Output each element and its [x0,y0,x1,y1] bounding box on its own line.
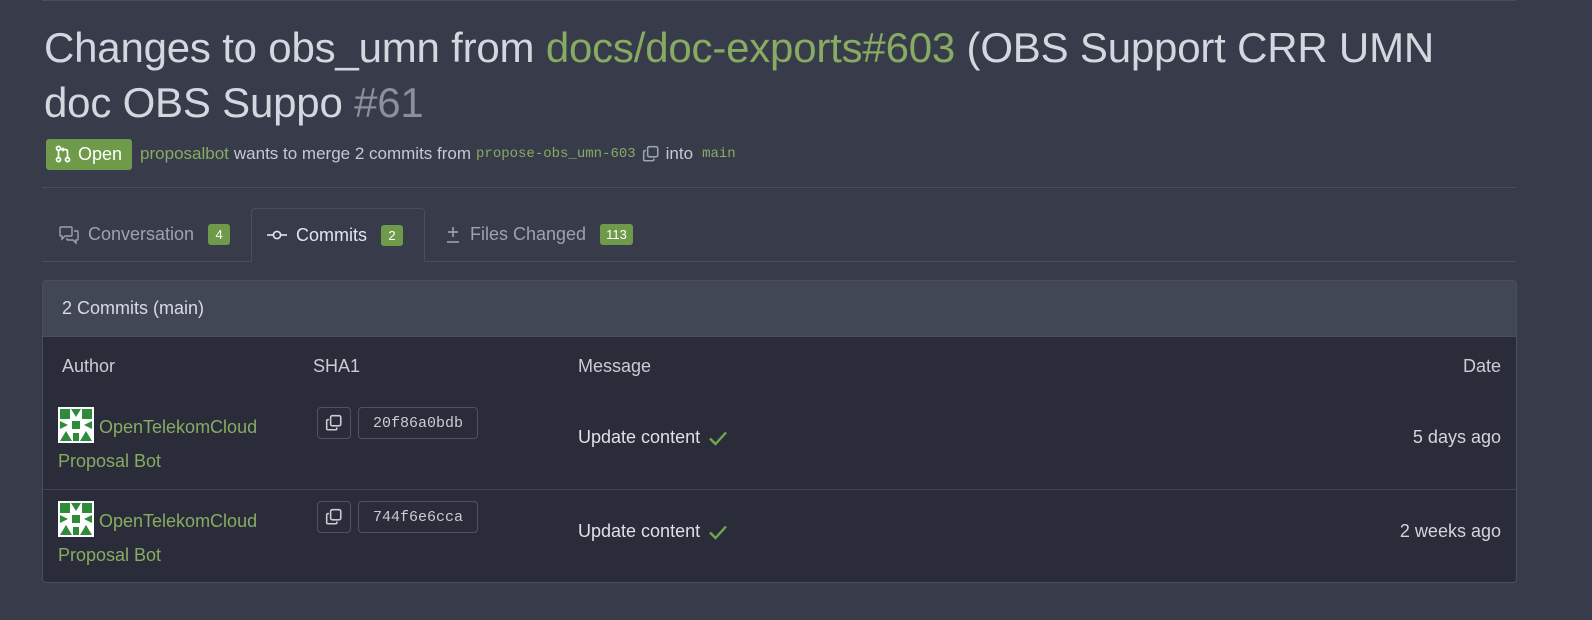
pr-tabs: Conversation 4 Commits 2 Files Changed 1… [42,208,1516,262]
comment-icon [59,225,79,245]
commit-message-link[interactable]: Update content [578,427,700,448]
commit-message: Update content [578,427,728,448]
commit-icon [267,230,287,240]
table-row: OpenTelekomCloud Proposal Bot 744f6e6cca… [43,489,1516,582]
commit-date: 5 days ago [1412,427,1501,447]
column-sha: SHA1 [313,356,361,376]
pull-request-icon [55,145,71,163]
check-icon [709,525,727,540]
merge-description: wants to merge 2 commits from [233,144,472,163]
tab-files-changed-count: 113 [600,224,633,245]
diff-icon [447,226,459,243]
commit-message: Update content [578,521,728,542]
tab-conversation-count: 4 [208,224,231,245]
header-divider [42,187,1516,188]
copy-icon [325,414,342,431]
commit-message-link[interactable]: Update content [578,521,700,542]
column-author: Author [62,356,116,376]
top-divider [42,0,1516,1]
column-message: Message [578,356,652,376]
check-icon [709,431,727,446]
table-row: OpenTelekomCloud Proposal Bot 20f86a0bdb… [43,396,1516,488]
copy-sha-button[interactable] [317,407,351,439]
copy-branch-icon[interactable] [642,145,660,163]
commit-author-link[interactable]: OpenTelekomCloud Proposal Bot [58,504,288,572]
status-badge-label: Open [78,143,123,164]
column-date: Date [1462,356,1501,376]
head-branch-link[interactable]: propose-obs_umn-603 [476,146,636,162]
pr-status-line: Open proposalbot wants to merge 2 commit… [46,138,742,170]
title-prefix: Changes to obs_umn from [44,24,546,71]
tab-conversation[interactable]: Conversation 4 [58,208,231,261]
tab-files-changed[interactable]: Files Changed 113 [444,208,633,261]
commit-date: 2 weeks ago [1399,521,1501,541]
commits-header: 2 Commits (main) [43,281,1516,337]
author-link[interactable]: proposalbot [140,144,229,164]
status-badge: Open [46,138,133,170]
title-source-link[interactable]: docs/doc-exports#603 [546,24,955,71]
commit-sha-link[interactable]: 744f6e6cca [358,501,478,533]
tab-commits[interactable]: Commits 2 [251,208,425,262]
pr-number: #61 [354,79,424,126]
commit-sha-link[interactable]: 20f86a0bdb [358,407,478,439]
into-label: into [665,144,694,163]
commits-table: 2 Commits (main) Author SHA1 Message Dat… [42,280,1517,583]
pull-request-page: Changes to obs_umn from docs/doc-exports… [0,0,1592,620]
page-title: Changes to obs_umn from docs/doc-exports… [44,20,1494,130]
tab-conversation-label: Conversation [88,224,195,244]
copy-icon [325,508,342,525]
tab-commits-count: 2 [381,224,403,246]
base-branch-link[interactable]: main [702,146,736,162]
tab-files-changed-label: Files Changed [470,224,587,244]
commit-author-link[interactable]: OpenTelekomCloud Proposal Bot [58,410,288,478]
copy-sha-button[interactable] [317,501,351,533]
tab-commits-label: Commits [296,224,367,245]
